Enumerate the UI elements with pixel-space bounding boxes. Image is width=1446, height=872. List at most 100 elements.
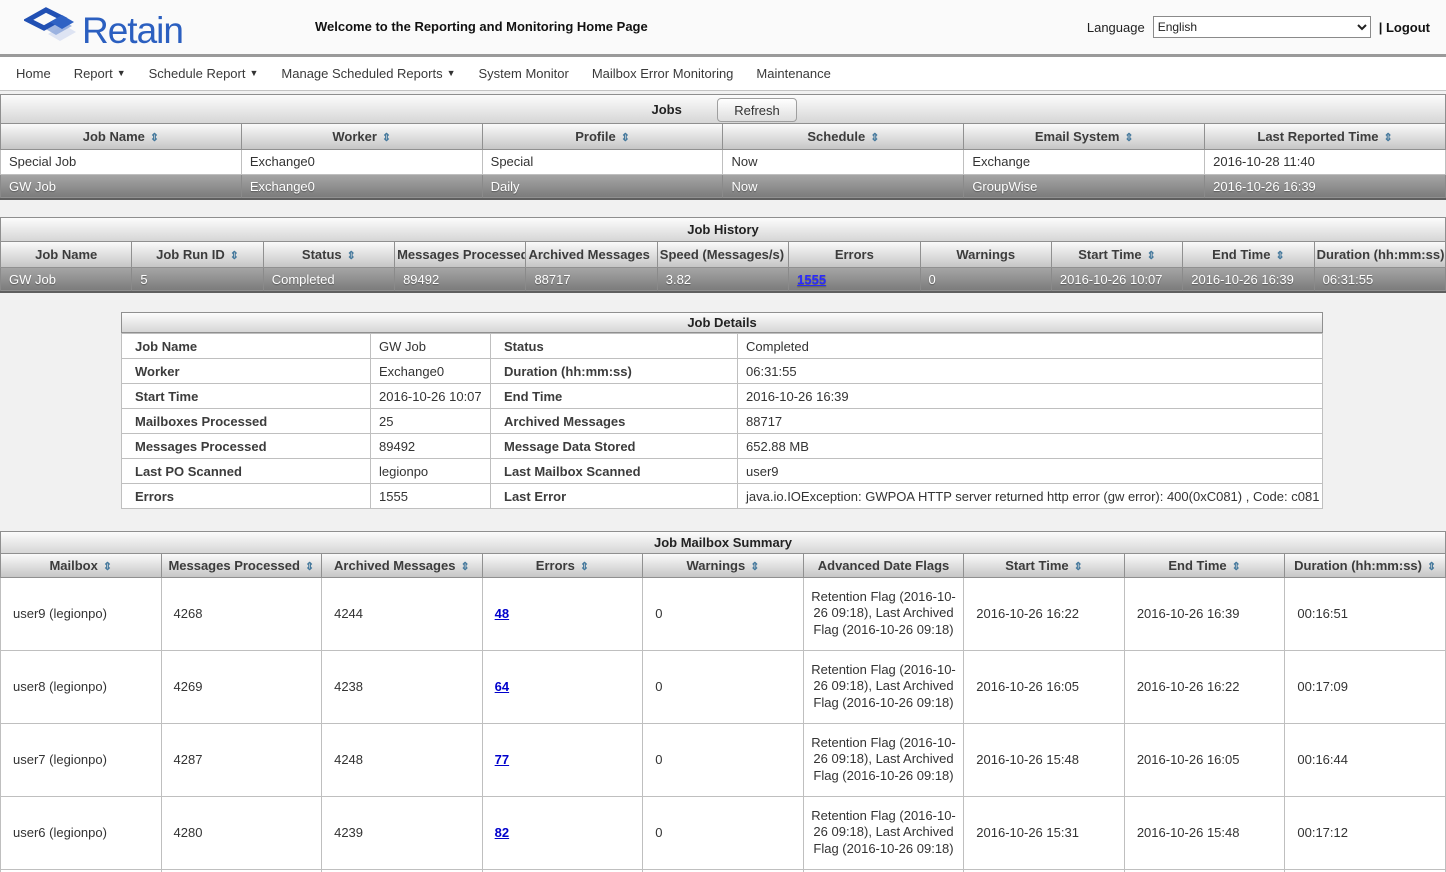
jobs-col-job-name[interactable]: Job Name⇕ xyxy=(1,124,242,149)
cell-archived: 4239 xyxy=(322,796,483,869)
detail-value: 25 xyxy=(371,409,491,434)
errors-count-link[interactable]: 1555 xyxy=(797,272,826,287)
cell-job-name: GW Job xyxy=(1,174,242,199)
jobs-col-profile[interactable]: Profile⇕ xyxy=(482,124,723,149)
logout-link[interactable]: | Logout xyxy=(1379,20,1430,35)
history-col-messages-processed[interactable]: Messages Processed⇕ xyxy=(395,242,526,267)
summary-header-row: Mailbox⇕ Messages Processed⇕ Archived Me… xyxy=(1,554,1446,577)
errors-count-link[interactable]: 77 xyxy=(495,752,509,767)
detail-value: Exchange0 xyxy=(371,359,491,384)
history-col-speed[interactable]: Speed (Messages/s)⇕ xyxy=(657,242,788,267)
job-history-title: Job History xyxy=(687,222,759,237)
nav-maintenance[interactable]: Maintenance xyxy=(756,66,830,81)
cell-profile: Daily xyxy=(482,174,723,199)
cell-messages: 4268 xyxy=(161,577,322,650)
history-col-end-time[interactable]: End Time⇕ xyxy=(1183,242,1314,267)
detail-value: 89492 xyxy=(371,434,491,459)
cell-email-system: Exchange xyxy=(964,149,1205,174)
summary-col-messages-processed[interactable]: Messages Processed⇕ xyxy=(161,554,322,577)
summary-col-warnings[interactable]: Warnings⇕ xyxy=(643,554,804,577)
job-details-title: Job Details xyxy=(687,315,756,330)
summary-col-end-time[interactable]: End Time⇕ xyxy=(1124,554,1285,577)
refresh-button[interactable]: Refresh xyxy=(717,98,797,122)
cell-start-time: 2016-10-26 16:22 xyxy=(964,577,1125,650)
sort-icon: ⇕ xyxy=(150,132,159,144)
cell-mailbox: user6 (legionpo) xyxy=(1,796,162,869)
cell-email-system: GroupWise xyxy=(964,174,1205,199)
cell-worker: Exchange0 xyxy=(241,149,482,174)
cell-profile: Special xyxy=(482,149,723,174)
jobs-col-email-system[interactable]: Email System⇕ xyxy=(964,124,1205,149)
nav-home[interactable]: Home xyxy=(16,66,51,81)
job-details-table: Job Name GW Job Status Completed Worker … xyxy=(121,333,1323,509)
jobs-col-last-reported-time[interactable]: Last Reported Time⇕ xyxy=(1205,124,1446,149)
nav-schedule-report[interactable]: Schedule Report▼ xyxy=(149,66,259,81)
cell-schedule: Now xyxy=(723,149,964,174)
history-col-status[interactable]: Status⇕ xyxy=(263,242,394,267)
sort-icon: ⇕ xyxy=(580,561,589,573)
details-row: Last PO Scanned legionpo Last Mailbox Sc… xyxy=(122,459,1323,484)
cell-warnings: 0 xyxy=(643,796,804,869)
cell-advanced-date-flags: Retention Flag (2016-10-26 09:18), Last … xyxy=(803,650,964,723)
nav-mailbox-error-monitoring[interactable]: Mailbox Error Monitoring xyxy=(592,66,734,81)
details-row: Messages Processed 89492 Message Data St… xyxy=(122,434,1323,459)
language-select[interactable]: English xyxy=(1153,16,1371,38)
sort-icon: ⇕ xyxy=(621,132,630,144)
nav-report[interactable]: Report▼ xyxy=(74,66,126,81)
cell-advanced-date-flags: Retention Flag (2016-10-26 09:18), Last … xyxy=(803,796,964,869)
page: Retain Welcome to the Reporting and Moni… xyxy=(0,0,1446,872)
cell-job-name: Special Job xyxy=(1,149,242,174)
sort-icon: ⇕ xyxy=(1147,250,1156,262)
summary-col-mailbox[interactable]: Mailbox⇕ xyxy=(1,554,162,577)
sort-icon: ⇕ xyxy=(460,561,469,573)
main-nav: Home Report▼ Schedule Report▼ Manage Sch… xyxy=(0,57,1446,91)
detail-value: user9 xyxy=(738,459,1323,484)
jobs-col-worker[interactable]: Worker⇕ xyxy=(241,124,482,149)
cell-end-time: 2016-10-26 16:39 xyxy=(1183,267,1314,292)
nav-system-monitor[interactable]: System Monitor xyxy=(479,66,569,81)
cell-duration: 00:17:09 xyxy=(1285,650,1446,723)
chevron-down-icon: ▼ xyxy=(447,68,456,78)
sort-icon: ⇕ xyxy=(230,250,239,262)
errors-count-link[interactable]: 64 xyxy=(495,679,509,694)
errors-count-link[interactable]: 48 xyxy=(495,606,509,621)
cell-duration: 00:17:12 xyxy=(1285,796,1446,869)
history-col-warnings: Warnings xyxy=(920,242,1051,267)
sort-icon: ⇕ xyxy=(103,561,112,573)
summary-col-archived-messages[interactable]: Archived Messages⇕ xyxy=(322,554,483,577)
cell-errors: 77 xyxy=(482,723,643,796)
detail-label: Message Data Stored xyxy=(491,434,738,459)
detail-label: End Time xyxy=(491,384,738,409)
cell-mailbox: user9 (legionpo) xyxy=(1,577,162,650)
retain-logo[interactable]: Retain xyxy=(24,6,183,55)
job-row-special-job[interactable]: Special Job Exchange0 Special Now Exchan… xyxy=(1,149,1446,174)
sort-icon: ⇕ xyxy=(382,132,391,144)
nav-manage-scheduled-reports[interactable]: Manage Scheduled Reports▼ xyxy=(281,66,455,81)
mailbox-summary-table: Mailbox⇕ Messages Processed⇕ Archived Me… xyxy=(0,554,1446,872)
sort-icon: ⇕ xyxy=(1232,561,1241,573)
job-row-gw-job[interactable]: GW Job Exchange0 Daily Now GroupWise 201… xyxy=(1,174,1446,199)
history-col-archived-messages[interactable]: Archived Messages⇕ xyxy=(526,242,657,267)
jobs-title-bar: Jobs Refresh xyxy=(0,94,1446,124)
detail-label: Last Error xyxy=(491,484,738,509)
sort-icon: ⇕ xyxy=(870,132,879,144)
sort-icon: ⇕ xyxy=(305,561,314,573)
summary-col-start-time[interactable]: Start Time⇕ xyxy=(964,554,1125,577)
errors-count-link[interactable]: 82 xyxy=(495,825,509,840)
history-col-duration[interactable]: Duration (hh:mm:ss)⇕ xyxy=(1314,242,1445,267)
jobs-col-schedule[interactable]: Schedule⇕ xyxy=(723,124,964,149)
cell-start-time: 2016-10-26 10:07 xyxy=(1051,267,1182,292)
history-row-gw-job[interactable]: GW Job 5 Completed 89492 88717 3.82 1555… xyxy=(1,267,1446,292)
cell-messages: 4280 xyxy=(161,796,322,869)
summary-col-errors[interactable]: Errors⇕ xyxy=(482,554,643,577)
chevron-down-icon: ▼ xyxy=(249,68,258,78)
cell-speed: 3.82 xyxy=(657,267,788,292)
history-col-start-time[interactable]: Start Time⇕ xyxy=(1051,242,1182,267)
job-history-table: Job Name Job Run ID⇕ Status⇕ Messages Pr… xyxy=(0,242,1446,293)
history-col-job-run-id[interactable]: Job Run ID⇕ xyxy=(132,242,263,267)
summary-col-duration[interactable]: Duration (hh:mm:ss)⇕ xyxy=(1285,554,1446,577)
brand-name: Retain xyxy=(82,12,183,49)
cell-last-reported: 2016-10-26 16:39 xyxy=(1205,174,1446,199)
cell-errors: 82 xyxy=(482,796,643,869)
detail-label: Job Name xyxy=(122,334,371,359)
